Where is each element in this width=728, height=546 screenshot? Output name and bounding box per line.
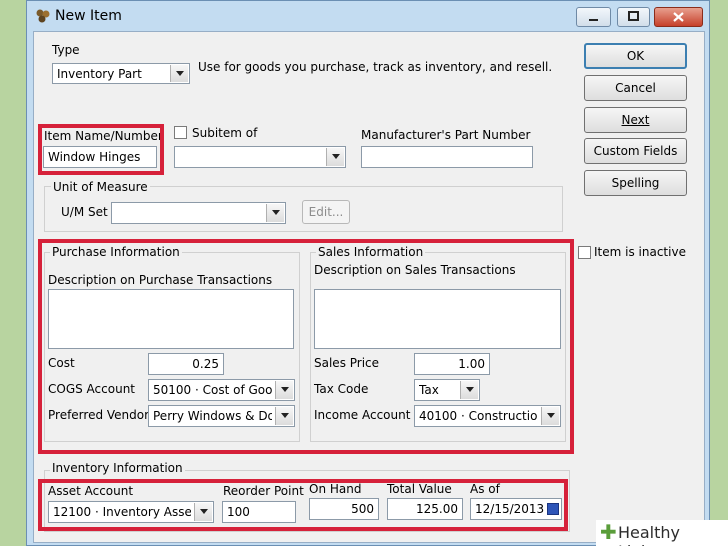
- new-item-window: New Item Type Inventory Part Use for goo…: [26, 0, 710, 546]
- subitem-label: Subitem of: [192, 126, 258, 140]
- tax-code-label: Tax Code: [314, 382, 369, 396]
- window-title: New Item: [55, 8, 122, 24]
- item-name-input[interactable]: Window Hinges: [43, 146, 157, 168]
- purchase-description-textarea[interactable]: [48, 289, 294, 349]
- as-of-label: As of: [470, 482, 500, 496]
- sales-group-label: Sales Information: [316, 245, 426, 259]
- maximize-button[interactable]: [617, 7, 650, 27]
- purchase-group-label: Purchase Information: [50, 245, 182, 259]
- item-name-label: Item Name/Number: [44, 129, 163, 143]
- uom-group-label: Unit of Measure: [51, 180, 150, 194]
- sales-price-input[interactable]: 1.00: [414, 353, 490, 375]
- total-value-label: Total Value: [387, 482, 452, 496]
- item-inactive-label: Item is inactive: [594, 245, 686, 259]
- cogs-account-dropdown[interactable]: 50100 · Cost of Good...: [148, 379, 295, 401]
- minimize-button[interactable]: [576, 7, 611, 27]
- chevron-down-icon[interactable]: [275, 407, 293, 425]
- chevron-down-icon[interactable]: [326, 148, 344, 166]
- as-of-date-input[interactable]: 12/15/2013: [470, 498, 562, 520]
- sales-price-label: Sales Price: [314, 356, 380, 370]
- mpn-input[interactable]: [361, 146, 533, 168]
- preferred-vendor-dropdown[interactable]: Perry Windows & Do...: [148, 405, 295, 427]
- on-hand-label: On Hand: [309, 482, 362, 496]
- minimize-icon: [589, 19, 598, 21]
- close-button[interactable]: [654, 7, 703, 27]
- maximize-icon: [628, 11, 639, 21]
- cogs-account-value: 50100 · Cost of Good...: [153, 383, 272, 397]
- subitem-dropdown[interactable]: [174, 146, 346, 168]
- chevron-down-icon[interactable]: [266, 204, 284, 222]
- on-hand-input[interactable]: 500: [309, 498, 379, 520]
- preferred-vendor-label: Preferred Vendor: [48, 408, 150, 422]
- preferred-vendor-value: Perry Windows & Do...: [153, 409, 272, 423]
- item-inactive-checkbox[interactable]: [578, 246, 591, 259]
- type-value: Inventory Part: [57, 67, 142, 81]
- type-dropdown[interactable]: Inventory Part: [52, 63, 190, 84]
- tax-code-dropdown[interactable]: Tax: [414, 379, 480, 401]
- spelling-button[interactable]: Spelling: [584, 170, 687, 196]
- tax-code-value: Tax: [419, 383, 439, 397]
- dialog-client-area: Type Inventory Part Use for goods you pu…: [33, 31, 705, 543]
- uom-set-dropdown[interactable]: [111, 202, 286, 224]
- watermark-logo: ✚ Healthy Living: [596, 520, 728, 546]
- asset-account-value: 12100 · Inventory Asset: [53, 505, 191, 519]
- title-bar[interactable]: New Item: [27, 1, 709, 31]
- mpn-label: Manufacturer's Part Number: [361, 128, 531, 142]
- purchase-desc-label: Description on Purchase Transactions: [48, 273, 273, 287]
- next-button[interactable]: Next: [584, 107, 687, 133]
- chevron-down-icon[interactable]: [541, 407, 559, 425]
- app-icon: [36, 9, 50, 23]
- as-of-date-value: 12/15/2013: [475, 502, 545, 516]
- sales-description-textarea[interactable]: [314, 289, 561, 349]
- total-value-input[interactable]: 125.00: [387, 498, 463, 520]
- ok-button[interactable]: OK: [584, 43, 687, 69]
- watermark-brand: Healthy Living: [618, 523, 681, 546]
- chevron-down-icon[interactable]: [170, 65, 188, 82]
- asset-account-dropdown[interactable]: 12100 · Inventory Asset: [48, 501, 214, 523]
- chevron-down-icon[interactable]: [460, 381, 478, 399]
- cancel-button[interactable]: Cancel: [584, 75, 687, 101]
- subitem-checkbox[interactable]: [174, 126, 187, 139]
- income-account-label: Income Account: [314, 408, 411, 422]
- income-account-value: 40100 · Construction...: [419, 409, 538, 423]
- custom-fields-button[interactable]: Custom Fields: [584, 138, 687, 164]
- cost-input[interactable]: 0.25: [148, 353, 224, 375]
- chevron-down-icon[interactable]: [275, 381, 293, 399]
- uom-edit-button[interactable]: Edit...: [302, 200, 350, 224]
- inventory-group-label: Inventory Information: [50, 461, 185, 475]
- asset-account-label: Asset Account: [48, 484, 134, 498]
- type-description: Use for goods you purchase, track as inv…: [198, 60, 553, 74]
- type-label: Type: [52, 43, 80, 57]
- chevron-down-icon[interactable]: [194, 503, 212, 521]
- uom-set-label: U/M Set: [61, 205, 108, 219]
- reorder-point-input[interactable]: 100: [222, 501, 296, 523]
- income-account-dropdown[interactable]: 40100 · Construction...: [414, 405, 561, 427]
- cost-label: Cost: [48, 356, 75, 370]
- reorder-point-label: Reorder Point: [223, 484, 304, 498]
- calendar-icon[interactable]: [547, 503, 559, 515]
- cogs-account-label: COGS Account: [48, 382, 136, 396]
- close-icon: [673, 12, 684, 22]
- plus-icon: ✚: [600, 520, 617, 544]
- sales-desc-label: Description on Sales Transactions: [314, 263, 516, 277]
